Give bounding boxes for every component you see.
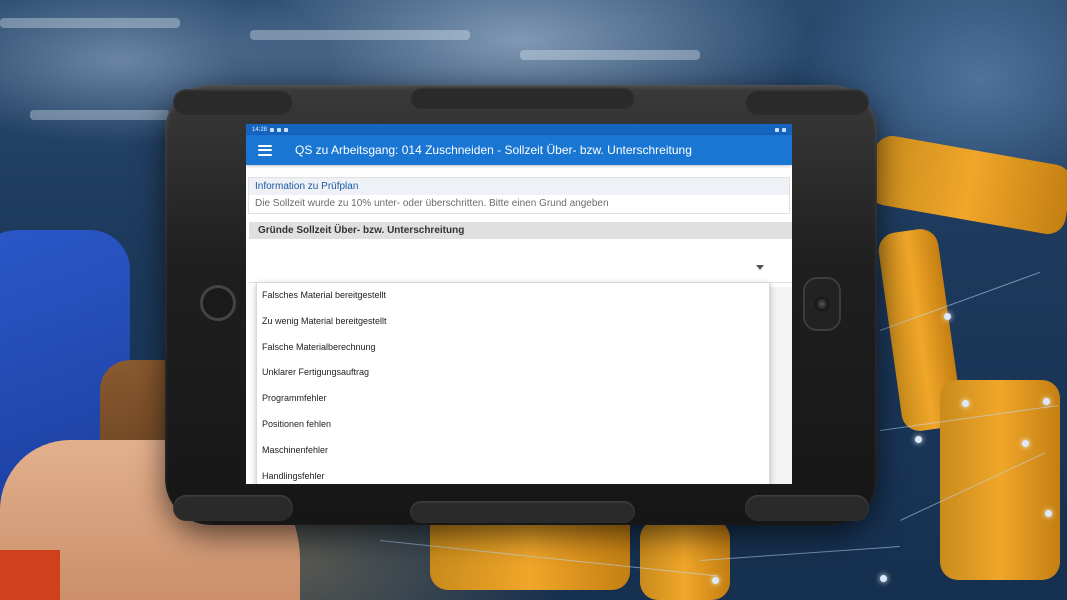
home-button[interactable] <box>200 285 236 321</box>
person-vest <box>0 550 60 600</box>
dropdown-option[interactable]: Unklarer Fertigungsauftrag <box>257 360 769 386</box>
network-node <box>944 313 951 320</box>
case-bumper <box>173 89 293 115</box>
camera-icon <box>803 277 841 331</box>
network-node <box>880 575 887 582</box>
reasons-header: Gründe Sollzeit Über- bzw. Unterschreitu… <box>249 222 792 239</box>
dropdown-option[interactable]: Handlingsfehler <box>257 464 769 484</box>
case-bumper <box>410 501 635 523</box>
info-title: Information zu Prüfplan <box>249 178 789 195</box>
tablet-screen: 14:28 QS zu Arbeitsgang: 014 Zuschneiden… <box>246 124 792 484</box>
reasons-select[interactable] <box>249 239 792 283</box>
background-shelf <box>250 30 470 40</box>
network-node <box>1043 398 1050 405</box>
notification-icon <box>270 127 275 132</box>
background-shelf <box>0 18 180 28</box>
menu-icon[interactable] <box>258 144 272 156</box>
dropdown-option[interactable]: Programmfehler <box>257 386 769 412</box>
network-node <box>712 577 719 584</box>
case-bumper <box>410 87 635 109</box>
camera-lens <box>815 297 829 311</box>
notification-icon <box>277 127 282 132</box>
settings-icon <box>284 127 289 132</box>
robot-arm <box>640 520 730 600</box>
reasons-dropdown-list: Falsches Material bereitgestellt Zu weni… <box>256 282 770 484</box>
app-bar: QS zu Arbeitsgang: 014 Zuschneiden - Sol… <box>246 135 792 165</box>
android-status-bar: 14:28 <box>246 124 792 135</box>
case-bumper <box>745 89 869 115</box>
page-title: QS zu Arbeitsgang: 014 Zuschneiden - Sol… <box>295 143 692 157</box>
dropdown-option[interactable]: Zu wenig Material bereitgestellt <box>257 309 769 335</box>
battery-icon <box>782 127 786 132</box>
network-node <box>1045 510 1052 517</box>
network-node <box>915 436 922 443</box>
dropdown-option[interactable]: Falsches Material bereitgestellt <box>257 283 769 309</box>
case-bumper <box>745 495 869 521</box>
status-time: 14:28 <box>252 126 268 133</box>
network-node <box>1022 440 1029 447</box>
chevron-down-icon[interactable] <box>756 265 764 270</box>
robot-arm <box>940 380 1060 580</box>
case-bumper <box>173 495 293 521</box>
background-shelf <box>520 50 700 60</box>
info-text: Die Sollzeit wurde zu 10% unter- oder üb… <box>255 198 609 209</box>
background-shelf <box>30 110 170 120</box>
dropdown-option[interactable]: Positionen fehlen <box>257 412 769 438</box>
network-node <box>962 400 969 407</box>
dropdown-option[interactable]: Maschinenfehler <box>257 438 769 464</box>
dropdown-option[interactable]: Falsche Materialberechnung <box>257 335 769 361</box>
wifi-icon <box>775 127 779 132</box>
info-panel: Information zu Prüfplan Die Sollzeit wur… <box>248 177 790 214</box>
side-panel <box>770 287 792 484</box>
